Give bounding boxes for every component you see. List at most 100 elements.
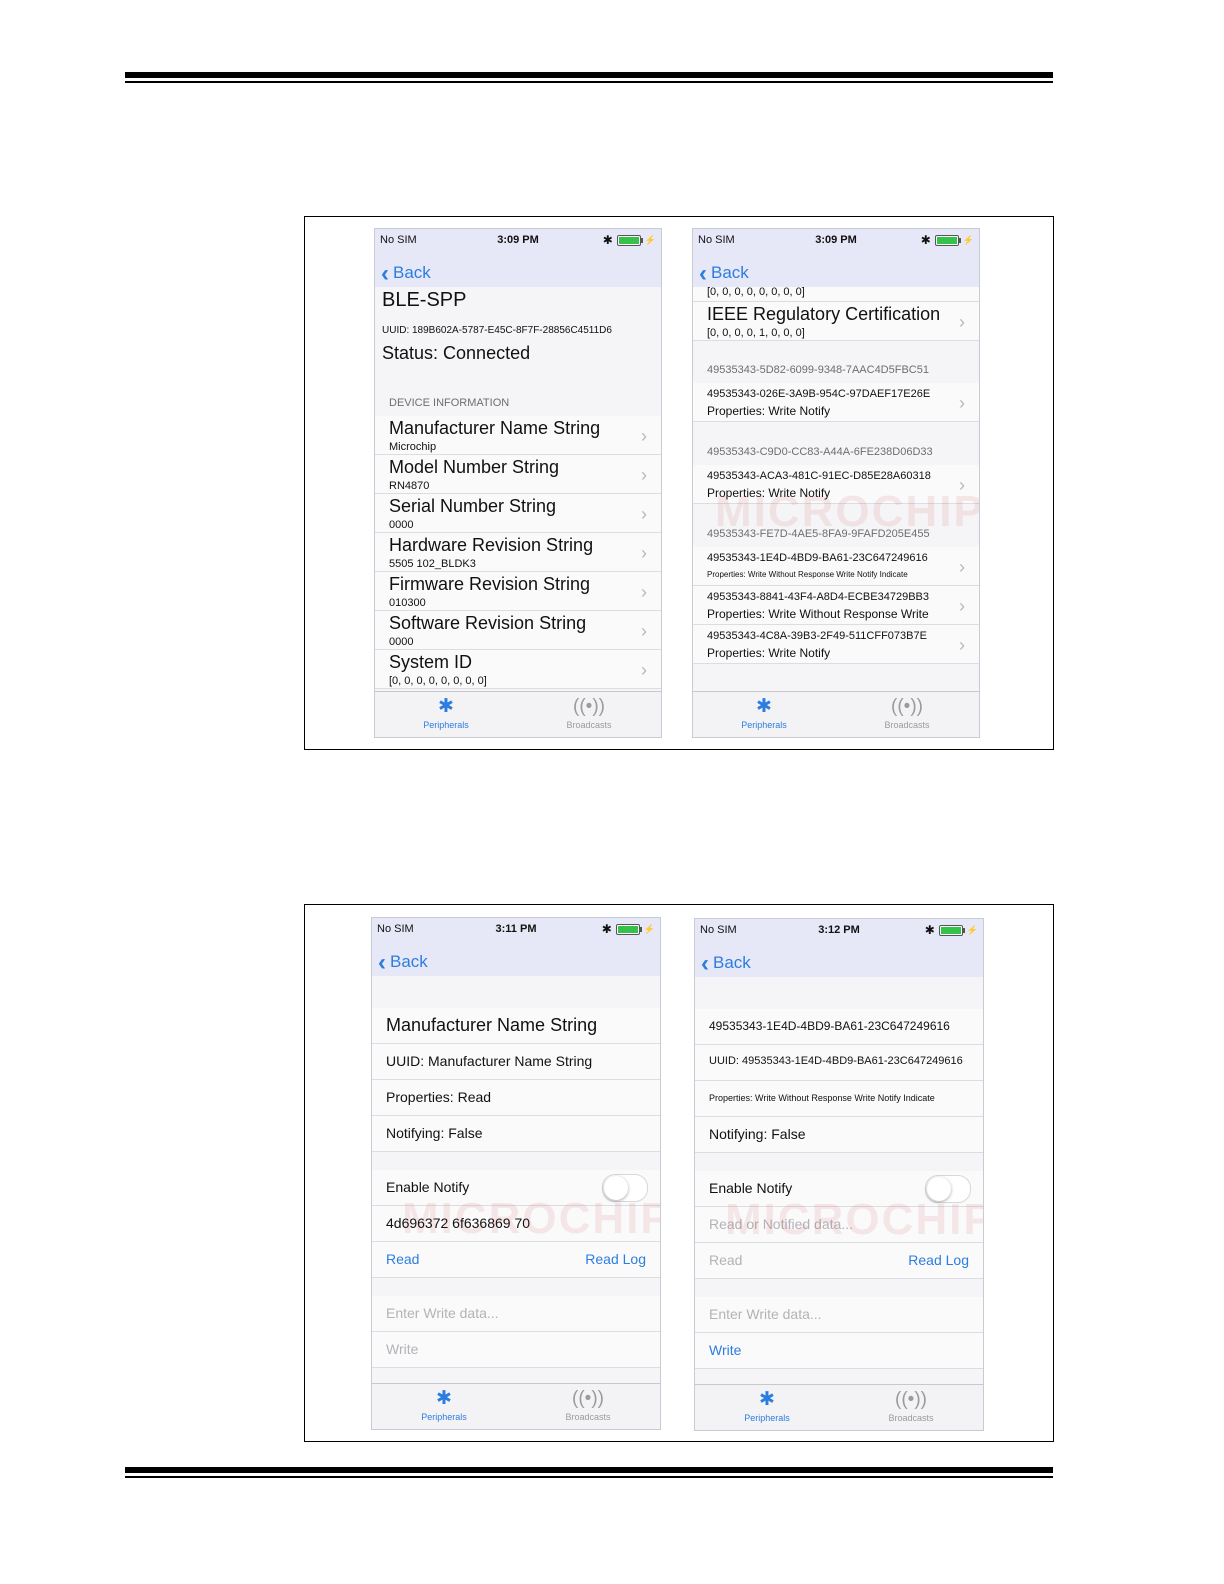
tab-broadcasts[interactable]: ((•)) Broadcasts <box>861 1387 961 1423</box>
char-row-hardware[interactable]: Hardware Revision String 5505 102_BLDK3 … <box>375 533 661 572</box>
char-properties: Properties: Read <box>386 1089 492 1105</box>
char-row-software[interactable]: Software Revision String 0000 › <box>375 611 661 650</box>
status-bar: No SIM 3:09 PM ✱ ⚡ <box>375 229 661 251</box>
bluetooth-icon: ✱ <box>602 233 613 247</box>
char-row-system-id-partial[interactable]: [0, 0, 0, 0, 0, 0, 0, 0] <box>693 287 979 302</box>
char-properties: Properties: Write Without Response Write… <box>707 570 908 579</box>
read-data-placeholder: Read or Notified data... <box>709 1216 853 1232</box>
char-row[interactable]: 49535343-4C8A-39B3-2F49-511CFF073B7E Pro… <box>693 625 979 664</box>
broadcast-icon: ((•)) <box>895 1389 927 1410</box>
char-row-manufacturer[interactable]: Manufacturer Name String Microchip › <box>375 416 661 455</box>
tab-peripherals[interactable]: ✱ Peripherals <box>396 694 496 730</box>
tab-peripherals[interactable]: ✱ Peripherals <box>394 1386 494 1422</box>
device-uuid: UUID: 189B602A-5787-E45C-8F7F-28856C4511… <box>382 325 612 336</box>
read-data-row: Read or Notified data... <box>695 1207 983 1243</box>
write-input-row[interactable]: Enter Write data... <box>695 1297 983 1333</box>
write-button[interactable]: Write <box>386 1341 418 1357</box>
char-properties: Properties: Write Without Response Write <box>707 607 929 621</box>
chevron-right-icon: › <box>959 596 965 616</box>
chevron-left-icon: ‹ <box>378 948 386 976</box>
char-row[interactable]: 49535343-ACA3-481C-91EC-D85E28A60318 Pro… <box>693 465 979 504</box>
char-row-system-id[interactable]: System ID [0, 0, 0, 0, 0, 0, 0, 0] › <box>375 650 661 689</box>
service-header: 49535343-5D82-6099-9348-7AAC4D5FBC51 <box>707 364 929 376</box>
write-input[interactable]: Enter Write data... <box>709 1306 822 1322</box>
char-uuid: 49535343-8841-43F4-A8D4-ECBE34729BB3 <box>707 591 929 603</box>
char-row-serial[interactable]: Serial Number String 0000 › <box>375 494 661 533</box>
bluetooth-icon: ✱ <box>436 1388 452 1409</box>
chevron-left-icon: ‹ <box>381 259 389 287</box>
enable-notify-label: Enable Notify <box>709 1180 793 1196</box>
charging-icon: ⚡ <box>644 234 656 245</box>
device-info-content: BLE-SPP UUID: 189B602A-5787-E45C-8F7F-28… <box>375 287 661 692</box>
tab-label: Broadcasts <box>565 1412 611 1422</box>
phone-services-list: No SIM 3:09 PM ✱ ⚡ ‹ Back [0, 0, 0, 0, 0… <box>692 228 980 738</box>
char-notifying: Notifying: False <box>386 1125 483 1141</box>
connection-status: Status: Connected <box>382 343 531 363</box>
tab-label: Broadcasts <box>566 720 612 730</box>
row-title: Manufacturer Name String <box>389 418 601 438</box>
back-button[interactable]: ‹ Back <box>701 949 751 977</box>
char-properties: Properties: Write Notify <box>707 646 831 660</box>
row-title: Firmware Revision String <box>389 574 591 594</box>
broadcast-icon: ((•)) <box>572 1388 604 1409</box>
char-row-firmware[interactable]: Firmware Revision String 010300 › <box>375 572 661 611</box>
chevron-right-icon: › <box>959 312 965 332</box>
char-title-row: 49535343-1E4D-4BD9-BA61-23C647249616 <box>695 1009 983 1045</box>
tab-peripherals[interactable]: ✱ Peripherals <box>717 1387 817 1423</box>
section-header: DEVICE INFORMATION <box>389 397 510 409</box>
chevron-right-icon: › <box>959 635 965 655</box>
service-header: 49535343-C9D0-CC83-A44A-6FE238D06D33 <box>707 446 933 458</box>
chevron-right-icon: › <box>641 582 647 602</box>
read-button[interactable]: Read <box>709 1252 742 1268</box>
status-bar: No SIM 3:09 PM ✱ ⚡ <box>693 229 979 251</box>
read-button[interactable]: Read <box>386 1251 419 1267</box>
chevron-right-icon: › <box>641 426 647 446</box>
char-properties-row: Properties: Read <box>372 1080 660 1116</box>
read-log-button[interactable]: Read Log <box>585 1251 646 1267</box>
tab-peripherals[interactable]: ✱ Peripherals <box>714 694 814 730</box>
bluetooth-icon: ✱ <box>920 233 931 247</box>
tab-broadcasts[interactable]: ((•)) Broadcasts <box>857 694 957 730</box>
back-button[interactable]: ‹ Back <box>378 948 428 976</box>
chevron-left-icon: ‹ <box>699 259 707 287</box>
phone-device-info: No SIM 3:09 PM ✱ ⚡ ‹ Back BLE-SPP UUID: … <box>374 228 662 738</box>
bluetooth-icon: ✱ <box>924 923 935 937</box>
back-label: Back <box>390 952 428 971</box>
enable-notify-toggle[interactable] <box>925 1175 971 1203</box>
status-bar: No SIM 3:11 PM ✱ ⚡ <box>372 918 660 940</box>
write-action-row: Write <box>372 1332 660 1368</box>
row-title: Hardware Revision String <box>389 535 594 555</box>
row-value: 0000 <box>389 636 414 648</box>
char-uuid: 49535343-1E4D-4BD9-BA61-23C647249616 <box>707 552 928 564</box>
char-properties: Properties: Write Notify <box>707 486 831 500</box>
enable-notify-row: Enable Notify <box>695 1171 983 1207</box>
tab-bar: ✱ Peripherals ((•)) Broadcasts <box>372 1383 660 1429</box>
char-uuid: 49535343-ACA3-481C-91EC-D85E28A60318 <box>707 470 931 482</box>
read-log-button[interactable]: Read Log <box>908 1252 969 1268</box>
tab-bar: ✱ Peripherals ((•)) Broadcasts <box>695 1384 983 1430</box>
read-data-value: 4d696372 6f636869 70 <box>386 1215 531 1231</box>
chevron-right-icon: › <box>959 393 965 413</box>
row-value: 010300 <box>389 597 426 609</box>
write-input[interactable]: Enter Write data... <box>386 1305 499 1321</box>
char-notifying-row: Notifying: False <box>372 1116 660 1152</box>
char-row[interactable]: 49535343-1E4D-4BD9-BA61-23C647249616 Pro… <box>693 547 979 586</box>
char-properties-row: Properties: Write Without Response Write… <box>695 1081 983 1117</box>
write-input-row[interactable]: Enter Write data... <box>372 1296 660 1332</box>
back-button[interactable]: ‹ Back <box>381 259 431 287</box>
tab-broadcasts[interactable]: ((•)) Broadcasts <box>538 1386 638 1422</box>
tab-broadcasts[interactable]: ((•)) Broadcasts <box>539 694 639 730</box>
char-row[interactable]: 49535343-026E-3A9B-954C-97DAEF17E26E Pro… <box>693 383 979 422</box>
chevron-left-icon: ‹ <box>701 949 709 977</box>
char-row-ieee[interactable]: IEEE Regulatory Certification [0, 0, 0, … <box>693 302 979 341</box>
footer-rule-thick <box>125 1467 1053 1473</box>
enable-notify-toggle[interactable] <box>602 1174 648 1202</box>
status-bar: No SIM 3:12 PM ✱ ⚡ <box>695 919 983 941</box>
char-row-model[interactable]: Model Number String RN4870 › <box>375 455 661 494</box>
tab-label: Peripherals <box>421 1412 467 1422</box>
row-value: [0, 0, 0, 0, 0, 0, 0, 0] <box>707 287 805 298</box>
tab-label: Peripherals <box>744 1413 790 1423</box>
char-row[interactable]: 49535343-8841-43F4-A8D4-ECBE34729BB3 Pro… <box>693 586 979 625</box>
write-button[interactable]: Write <box>709 1342 741 1358</box>
back-button[interactable]: ‹ Back <box>699 259 749 287</box>
